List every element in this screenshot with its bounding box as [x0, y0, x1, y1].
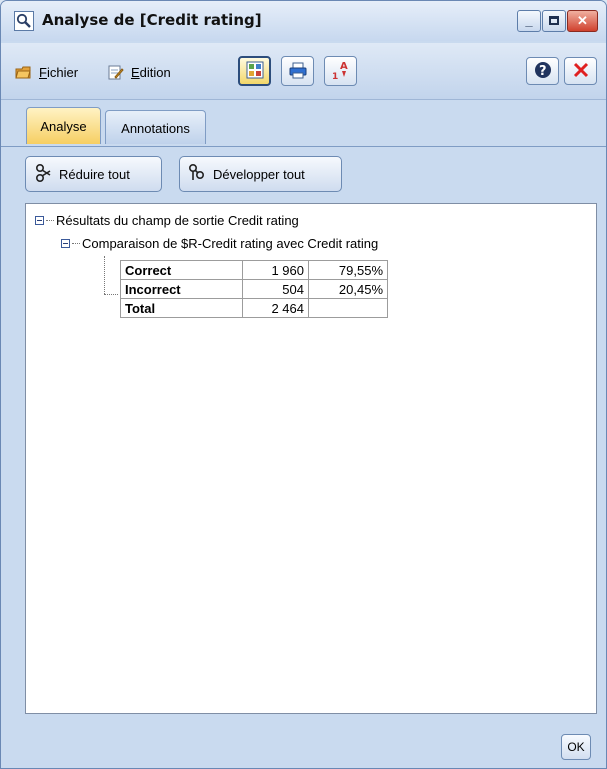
- maximize-icon: [549, 16, 559, 25]
- close-icon: [572, 61, 590, 82]
- expand-icon: [188, 163, 206, 186]
- help-button[interactable]: ?: [526, 57, 559, 85]
- row-count: 1 960: [242, 260, 309, 280]
- edit-menu[interactable]: Edition: [106, 60, 171, 84]
- print-icon: [288, 61, 308, 82]
- table-row: Total 2 464: [120, 298, 388, 318]
- file-icon: [14, 63, 32, 81]
- toolbar: Fichier Edition A 1 ?: [1, 43, 606, 100]
- table-row: Correct 1 960 79,55%: [120, 260, 388, 280]
- window-close-button[interactable]: ✕: [567, 10, 598, 32]
- row-percent: [308, 298, 388, 318]
- edit-menu-label: Edition: [131, 64, 171, 80]
- title-bar[interactable]: Analyse de [Credit rating] _ ✕: [1, 1, 606, 41]
- tree-connector: [46, 220, 54, 221]
- collapse-toggle-icon[interactable]: [35, 216, 44, 225]
- collapse-icon: [34, 163, 52, 186]
- row-percent: 20,45%: [308, 279, 388, 299]
- window-title: Analyse de [Credit rating]: [42, 11, 262, 29]
- sort-icon: A 1: [331, 59, 351, 84]
- tree-connector: [72, 243, 80, 244]
- tab-divider: [1, 146, 606, 147]
- close-button[interactable]: [564, 57, 597, 85]
- analysis-window: Analyse de [Credit rating] _ ✕ Fichier E…: [0, 0, 607, 769]
- tab-analyse[interactable]: Analyse: [26, 107, 101, 144]
- tree-root[interactable]: Résultats du champ de sortie Credit rati…: [35, 213, 299, 228]
- results-table: Correct 1 960 79,55% Incorrect 504 20,45…: [120, 260, 388, 318]
- row-count: 2 464: [242, 298, 309, 318]
- print-button[interactable]: [281, 56, 314, 86]
- results-panel: Résultats du champ de sortie Credit rati…: [25, 203, 597, 714]
- ok-button[interactable]: OK: [561, 734, 591, 760]
- tab-annotations[interactable]: Annotations: [105, 110, 206, 144]
- maximize-button[interactable]: [542, 10, 566, 32]
- tree-connector: [104, 294, 118, 295]
- svg-text:1: 1: [332, 72, 338, 81]
- edit-icon: [106, 63, 124, 81]
- generate-icon: [245, 60, 265, 83]
- row-label: Total: [120, 298, 243, 318]
- file-menu-label: Fichier: [39, 64, 79, 80]
- tree-child[interactable]: Comparaison de $R-Credit rating avec Cre…: [61, 236, 378, 251]
- magnifier-icon: [14, 11, 34, 31]
- collapse-all-button[interactable]: Réduire tout: [25, 156, 162, 192]
- svg-text:?: ?: [539, 64, 547, 79]
- tree-connector: [104, 256, 105, 294]
- file-menu[interactable]: Fichier: [14, 60, 78, 84]
- generate-button[interactable]: [238, 56, 271, 86]
- close-x-icon: ✕: [577, 13, 588, 28]
- tab-bar: Analyse Annotations: [1, 100, 606, 146]
- minimize-icon: _: [525, 13, 533, 28]
- row-count: 504: [242, 279, 309, 299]
- tree-child-label: Comparaison de $R-Credit rating avec Cre…: [82, 236, 379, 251]
- expand-all-button[interactable]: Développer tout: [179, 156, 342, 192]
- table-row: Incorrect 504 20,45%: [120, 279, 388, 299]
- svg-text:A: A: [340, 61, 348, 72]
- minimize-button[interactable]: _: [517, 10, 541, 32]
- sort-button[interactable]: A 1: [324, 56, 357, 86]
- row-label: Incorrect: [120, 279, 243, 299]
- tree-root-label: Résultats du champ de sortie Credit rati…: [56, 213, 299, 228]
- help-icon: ?: [533, 60, 553, 83]
- collapse-all-label: Réduire tout: [59, 166, 130, 182]
- collapse-toggle-icon[interactable]: [61, 239, 70, 248]
- expand-all-label: Développer tout: [213, 166, 305, 182]
- row-label: Correct: [120, 260, 243, 280]
- row-percent: 79,55%: [308, 260, 388, 280]
